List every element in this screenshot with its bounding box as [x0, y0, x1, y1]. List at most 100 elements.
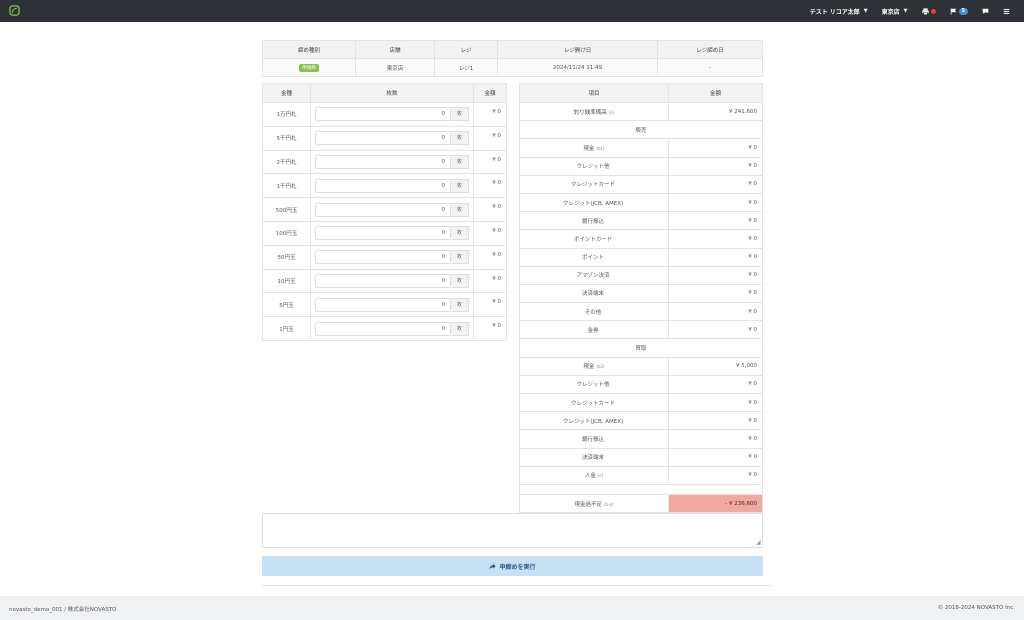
- printer-icon: [921, 7, 929, 15]
- quantity-unit: 枚: [451, 131, 469, 146]
- sales-value: ¥ 0: [668, 229, 763, 249]
- quantity-input[interactable]: 0: [315, 297, 451, 312]
- user-name: テスト リコア太郎: [809, 8, 860, 16]
- memo-textarea[interactable]: [262, 513, 763, 548]
- close-type-cell: 申請締: [262, 58, 356, 77]
- quantity-group: 0枚: [311, 202, 473, 217]
- reserve-suffix: (a): [608, 109, 615, 115]
- reserve-value: ¥ 241,600: [668, 101, 763, 122]
- quantity-input[interactable]: 0: [315, 273, 451, 288]
- quantity-cell: 0枚: [310, 102, 474, 127]
- quantity-input[interactable]: 0: [315, 202, 451, 217]
- purchase-suffix: (c): [597, 473, 604, 479]
- cash-row: 50円玉 0 枚 ¥ 0: [262, 244, 507, 270]
- quantity-cell: 0枚: [310, 292, 474, 318]
- register-info-row: 申請締 東京店 レジ1 2024/11/24 11:49 -: [262, 58, 763, 77]
- sales-section-title: 販売: [519, 120, 763, 140]
- quantity-group: 0枚: [311, 250, 473, 265]
- purchase-section-row: 買取: [519, 338, 763, 358]
- purchase-label: クレジット(JCB, AMEX): [519, 411, 669, 431]
- quantity-input[interactable]: 0: [315, 154, 451, 169]
- reserve-row: 釣り銭準備高 (a) ¥ 241,600: [519, 101, 763, 122]
- purchase-label-text: クレジットカード: [570, 400, 615, 407]
- quantity-group: 0枚: [311, 273, 473, 288]
- printer-alert-dot: [930, 8, 936, 14]
- purchase-section-title: 買取: [519, 338, 763, 358]
- nav-right: テスト リコア太郎 ▼ 東京店 ▼ 5: [796, 0, 1010, 22]
- cash-row: 1万円札 0 枚 ¥ 0: [262, 102, 507, 127]
- purchase-row: クレジット他 ¥ 0: [519, 374, 763, 395]
- denomination-label: 50円玉: [262, 244, 311, 270]
- purchase-label-text: クレジット(JCB, AMEX): [562, 418, 624, 425]
- sales-label: クレジット他: [519, 156, 669, 176]
- quantity-input[interactable]: 0: [315, 178, 451, 193]
- sales-label-text: ポイント: [581, 255, 604, 262]
- chat-icon: [982, 8, 989, 14]
- purchase-label-text: 現金: [583, 364, 595, 371]
- purchase-label-text: 決済端末: [581, 455, 604, 462]
- chat-button[interactable]: [982, 8, 989, 15]
- shortage-label: 現金過不足 (b-a): [519, 493, 669, 514]
- purchase-value: ¥ 0: [668, 429, 763, 449]
- quantity-group: 0枚: [311, 321, 473, 336]
- header-quantity: 枚数: [310, 83, 474, 103]
- sales-value: ¥ 0: [668, 302, 763, 322]
- sales-label: クレジットカード: [519, 174, 669, 194]
- quantity-input[interactable]: 0: [315, 250, 451, 265]
- status-badge: 申請締: [299, 63, 319, 72]
- cash-row: 500円玉 0 枚 ¥ 0: [262, 197, 507, 222]
- store-cell: 東京店: [355, 58, 435, 77]
- purchase-label: クレジットカード: [519, 392, 669, 413]
- amount-value: ¥ 0: [473, 268, 507, 294]
- execute-close-button[interactable]: 申締めを実行: [262, 556, 763, 576]
- reserve-label: 釣り銭準備高 (a): [519, 101, 669, 122]
- purchase-row: 現金 (b2) ¥ 5,000: [519, 356, 763, 376]
- sales-row: ポイント ¥ 0: [519, 247, 763, 267]
- shortage-suffix: (b-a): [603, 501, 614, 507]
- purchase-value: ¥ 0: [668, 411, 763, 431]
- purchase-value: ¥ 5,000: [668, 356, 763, 376]
- sales-row: クレジットカード ¥ 0: [519, 174, 763, 194]
- menu-button[interactable]: [1003, 8, 1010, 15]
- user-menu[interactable]: テスト リコア太郎 ▼: [810, 7, 868, 16]
- app-logo-icon[interactable]: [9, 5, 20, 16]
- amount-value: ¥ 0: [473, 197, 507, 222]
- quantity-input[interactable]: 0: [315, 131, 451, 146]
- purchase-value: ¥ 0: [668, 447, 763, 467]
- share-arrow-icon: [490, 563, 497, 569]
- sales-label-text: アマゾン決済: [576, 273, 610, 280]
- purchase-label: 銀行振込: [519, 429, 669, 449]
- cash-row: 1円玉 0 枚 ¥ 0: [262, 316, 507, 341]
- sales-row: ポイントカード ¥ 0: [519, 229, 763, 249]
- sales-label: 現金 (b1): [519, 138, 669, 158]
- sales-row: 決済端末 ¥ 0: [519, 283, 763, 304]
- quantity-unit: 枚: [451, 107, 469, 122]
- quantity-input[interactable]: 0: [315, 321, 451, 336]
- quantity-input[interactable]: 0: [315, 107, 451, 122]
- sales-value: ¥ 0: [668, 138, 763, 158]
- amount-value: ¥ 0: [473, 244, 507, 270]
- notifications-button[interactable]: 5: [950, 7, 968, 15]
- purchase-row: 銀行振込 ¥ 0: [519, 429, 763, 449]
- sales-label-text: その他: [584, 309, 602, 316]
- chevron-down-icon: ▼: [903, 8, 908, 14]
- quantity-unit: 枚: [451, 273, 469, 288]
- quantity-cell: 0枚: [310, 268, 474, 294]
- store-menu[interactable]: 東京店 ▼: [882, 7, 908, 16]
- sales-section-row: 販売: [519, 120, 763, 140]
- denomination-label: 100円玉: [262, 220, 311, 246]
- purchase-label: 入金 (c): [519, 465, 669, 485]
- denomination-label: 1千円札: [262, 173, 311, 199]
- sales-row: アマゾン決済 ¥ 0: [519, 265, 763, 285]
- sales-label-text: 決済端末: [581, 291, 604, 298]
- sales-value: ¥ 0: [668, 192, 763, 213]
- sales-label-text: 金券: [587, 327, 599, 334]
- quantity-cell: 0枚: [310, 149, 474, 175]
- quantity-cell: 0枚: [310, 244, 474, 270]
- sales-value: ¥ 0: [668, 283, 763, 304]
- sales-label-text: 銀行振込: [581, 218, 604, 225]
- printer-button[interactable]: [921, 7, 936, 15]
- divider: [262, 585, 771, 586]
- quantity-input[interactable]: 0: [315, 226, 451, 241]
- shortage-label-text: 現金過不足: [574, 501, 602, 508]
